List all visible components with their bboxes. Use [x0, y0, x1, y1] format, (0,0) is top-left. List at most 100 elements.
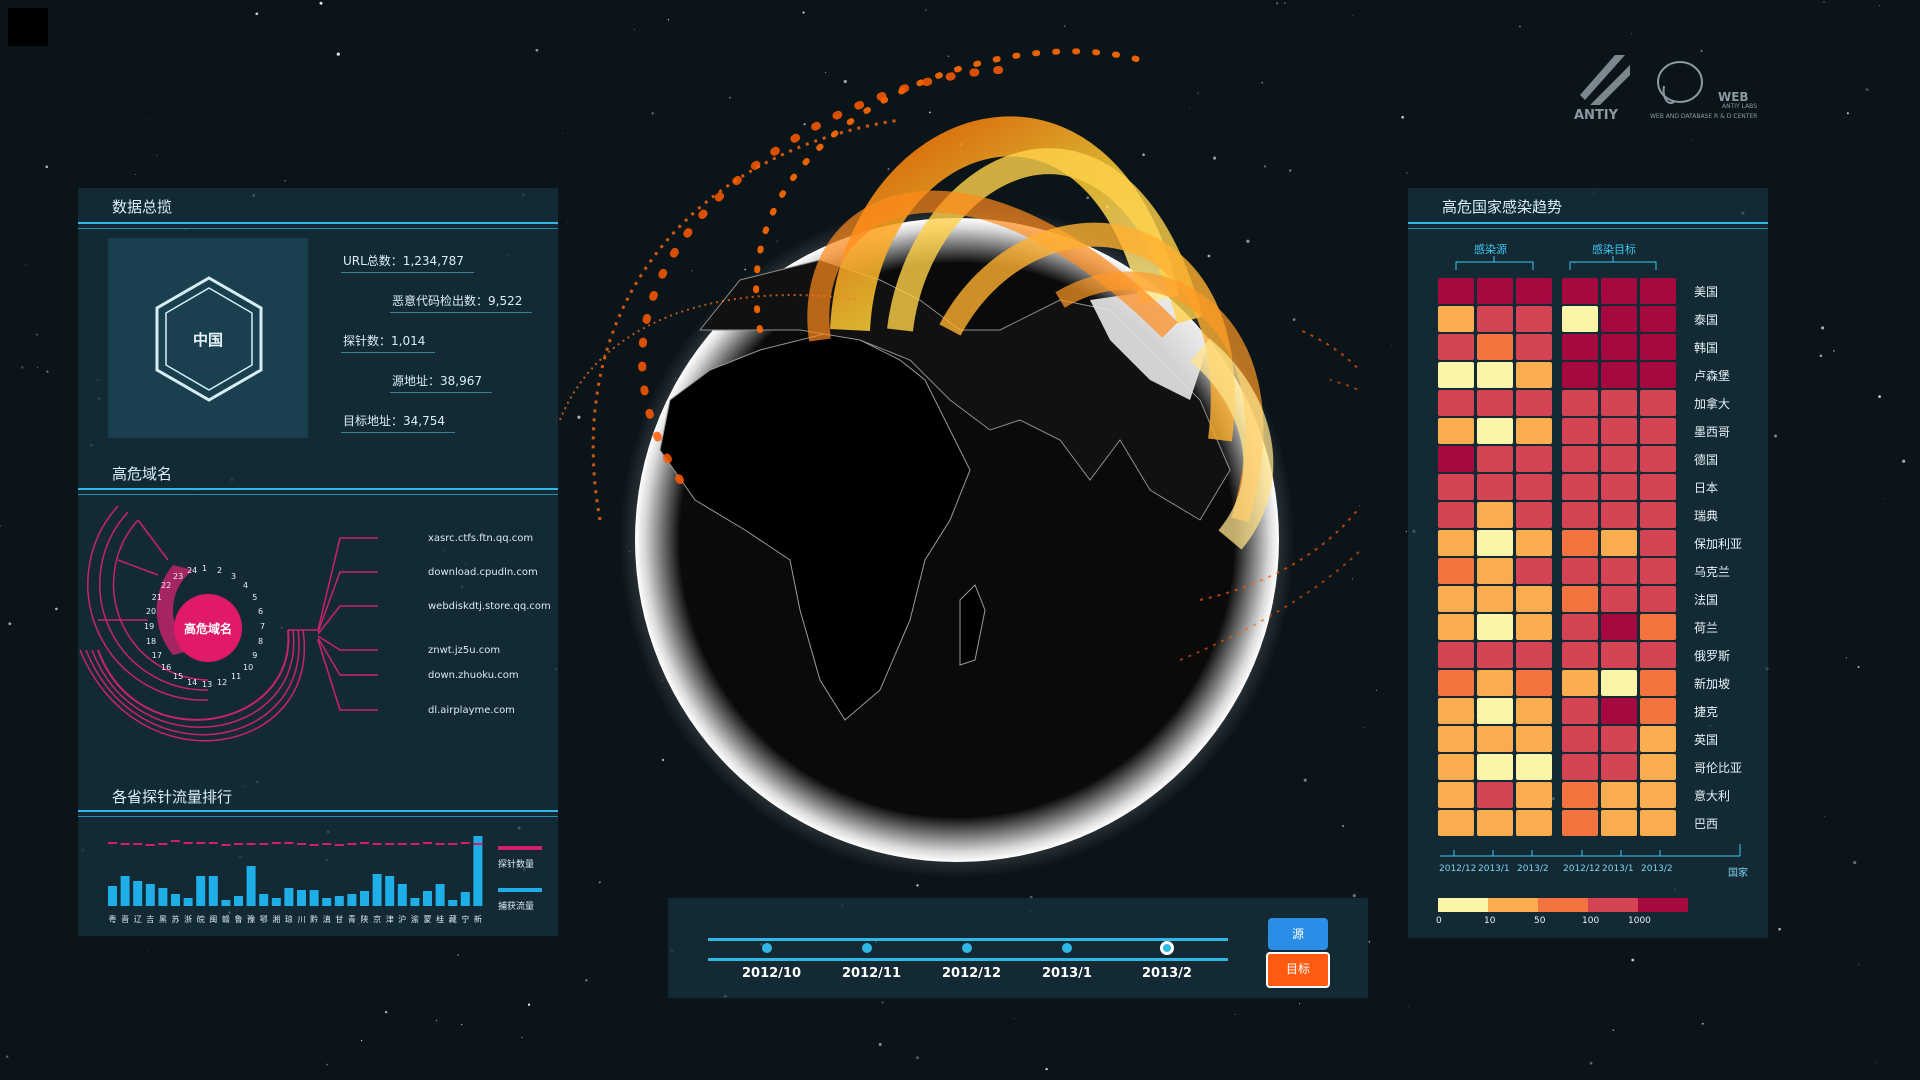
heatmap-cell[interactable]: [1438, 558, 1474, 584]
heatmap-cell[interactable]: [1516, 446, 1552, 472]
timeline-label[interactable]: 2012/11: [842, 966, 901, 981]
heatmap-cell[interactable]: [1477, 670, 1513, 696]
heatmap-cell[interactable]: [1516, 502, 1552, 528]
heatmap-cell[interactable]: [1601, 334, 1637, 360]
heatmap-cell[interactable]: [1477, 782, 1513, 808]
heatmap-cell[interactable]: [1640, 698, 1676, 724]
heatmap-cell[interactable]: [1562, 306, 1598, 332]
heatmap-cell[interactable]: [1438, 474, 1474, 500]
heatmap-cell[interactable]: [1601, 446, 1637, 472]
heatmap-cell[interactable]: [1477, 726, 1513, 752]
heatmap-cell[interactable]: [1516, 558, 1552, 584]
heatmap-cell[interactable]: [1477, 754, 1513, 780]
heatmap-cell[interactable]: [1601, 670, 1637, 696]
heatmap-cell[interactable]: [1601, 362, 1637, 388]
probe-bar-chart[interactable]: 粤晋辽吉黑苏浙皖闽赣鲁豫鄂湘琼川黔滇甘青陕京津沪渝蒙桂藏宁新: [104, 820, 484, 932]
domain-link[interactable]: down.zhuoku.com: [428, 670, 519, 681]
domain-link[interactable]: webdiskdtj.store.qq.com: [428, 601, 551, 612]
heatmap-cell[interactable]: [1562, 530, 1598, 556]
heatmap-cell[interactable]: [1562, 418, 1598, 444]
heatmap-cell[interactable]: [1477, 390, 1513, 416]
heatmap-cell[interactable]: [1516, 642, 1552, 668]
heatmap-cell[interactable]: [1438, 754, 1474, 780]
heatmap-cell[interactable]: [1477, 418, 1513, 444]
heatmap-cell[interactable]: [1601, 754, 1637, 780]
heatmap-cell[interactable]: [1562, 474, 1598, 500]
heatmap-cell[interactable]: [1477, 278, 1513, 304]
heatmap-cell[interactable]: [1640, 446, 1676, 472]
domain-link[interactable]: znwt.jz5u.com: [428, 645, 500, 656]
heatmap-cell[interactable]: [1640, 586, 1676, 612]
heatmap-cell[interactable]: [1516, 306, 1552, 332]
heatmap-cell[interactable]: [1438, 670, 1474, 696]
heatmap-cell[interactable]: [1477, 810, 1513, 836]
timeline-point-selected[interactable]: [1160, 941, 1174, 955]
heatmap-cell[interactable]: [1477, 502, 1513, 528]
timeline-label[interactable]: 2013/1: [1042, 966, 1092, 981]
domain-link[interactable]: download.cpudln.com: [428, 567, 538, 578]
heatmap-cell[interactable]: [1477, 614, 1513, 640]
heatmap-cell[interactable]: [1601, 782, 1637, 808]
heatmap-cell[interactable]: [1477, 446, 1513, 472]
heatmap-cell[interactable]: [1516, 810, 1552, 836]
heatmap-cell[interactable]: [1438, 614, 1474, 640]
heatmap-cell[interactable]: [1438, 810, 1474, 836]
heatmap-cell[interactable]: [1562, 334, 1598, 360]
heatmap-cell[interactable]: [1601, 418, 1637, 444]
heatmap-cell[interactable]: [1477, 586, 1513, 612]
globe-view[interactable]: [520, 0, 1360, 880]
heatmap-cell[interactable]: [1562, 726, 1598, 752]
heatmap-cell[interactable]: [1438, 362, 1474, 388]
heatmap-cell[interactable]: [1516, 698, 1552, 724]
heatmap-cell[interactable]: [1640, 278, 1676, 304]
heatmap-cell[interactable]: [1562, 446, 1598, 472]
heatmap-cell[interactable]: [1640, 642, 1676, 668]
heatmap-cell[interactable]: [1640, 530, 1676, 556]
heatmap-cell[interactable]: [1516, 418, 1552, 444]
timeline-point[interactable]: [762, 943, 772, 953]
heatmap-cell[interactable]: [1438, 530, 1474, 556]
heatmap-cell[interactable]: [1477, 558, 1513, 584]
heatmap-cell[interactable]: [1562, 810, 1598, 836]
heatmap-cell[interactable]: [1562, 782, 1598, 808]
heatmap-cell[interactable]: [1516, 334, 1552, 360]
heatmap-cell[interactable]: [1640, 810, 1676, 836]
heatmap-cell[interactable]: [1516, 362, 1552, 388]
heatmap-cell[interactable]: [1640, 474, 1676, 500]
heatmap-cell[interactable]: [1640, 782, 1676, 808]
heatmap-cell[interactable]: [1640, 670, 1676, 696]
heatmap-cell[interactable]: [1640, 306, 1676, 332]
heatmap-cell[interactable]: [1601, 698, 1637, 724]
heatmap-cell[interactable]: [1562, 502, 1598, 528]
heatmap-cell[interactable]: [1438, 642, 1474, 668]
heatmap-cell[interactable]: [1438, 390, 1474, 416]
timeline-label[interactable]: 2012/12: [942, 966, 1001, 981]
heatmap-cell[interactable]: [1516, 726, 1552, 752]
heatmap-cell[interactable]: [1601, 614, 1637, 640]
heatmap-cell[interactable]: [1601, 810, 1637, 836]
heatmap-cell[interactable]: [1640, 334, 1676, 360]
heatmap-cell[interactable]: [1516, 782, 1552, 808]
heatmap-cell[interactable]: [1477, 642, 1513, 668]
domain-link[interactable]: dl.airplayme.com: [428, 705, 515, 716]
heatmap-cell[interactable]: [1477, 474, 1513, 500]
heatmap-cell[interactable]: [1601, 530, 1637, 556]
heatmap-cell[interactable]: [1601, 558, 1637, 584]
heatmap-cell[interactable]: [1601, 726, 1637, 752]
heatmap-cell[interactable]: [1640, 390, 1676, 416]
heatmap-cell[interactable]: [1438, 502, 1474, 528]
heatmap-cell[interactable]: [1516, 754, 1552, 780]
country-hex-box[interactable]: 中国: [108, 238, 308, 438]
heatmap-cell[interactable]: [1562, 390, 1598, 416]
heatmap-cell[interactable]: [1516, 390, 1552, 416]
heatmap-cell[interactable]: [1477, 362, 1513, 388]
heatmap-cell[interactable]: [1438, 306, 1474, 332]
heatmap-cell[interactable]: [1640, 362, 1676, 388]
heatmap-cell[interactable]: [1640, 726, 1676, 752]
timeline-point[interactable]: [1062, 943, 1072, 953]
heatmap-cell[interactable]: [1438, 278, 1474, 304]
heatmap-cell[interactable]: [1516, 670, 1552, 696]
heatmap-cell[interactable]: [1562, 586, 1598, 612]
heatmap-cell[interactable]: [1562, 670, 1598, 696]
heatmap-cell[interactable]: [1562, 278, 1598, 304]
